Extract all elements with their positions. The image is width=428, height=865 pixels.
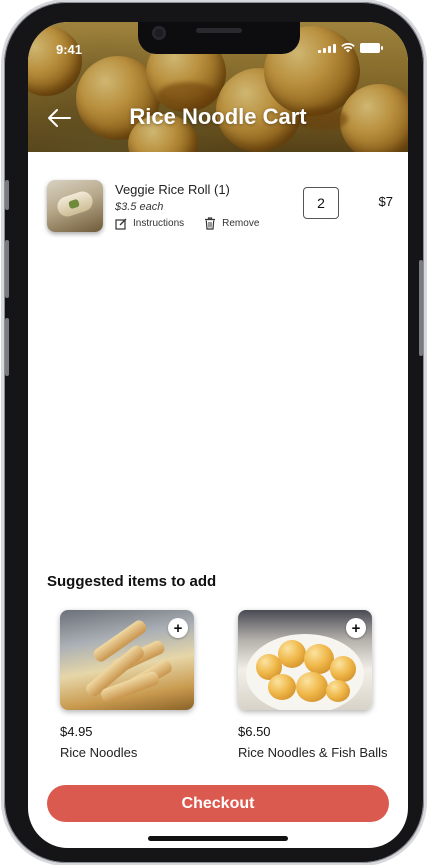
- instructions-label: Instructions: [133, 218, 185, 229]
- wifi-icon: [341, 43, 355, 53]
- suggested-item-name: Rice Noodles & Fish Balls: [238, 745, 388, 760]
- cart-item: Veggie Rice Roll (1) $3.5 each Instructi…: [47, 180, 393, 240]
- trash-icon: [205, 217, 216, 230]
- mute-switch: [5, 180, 9, 210]
- item-name: Veggie Rice Roll (1): [115, 182, 230, 197]
- suggested-item-name: Rice Noodles: [60, 745, 138, 760]
- status-icons: [318, 43, 383, 53]
- instructions-button[interactable]: Instructions: [115, 217, 184, 230]
- suggested-heading: Suggested items to add: [47, 573, 217, 590]
- notch: [138, 22, 300, 54]
- edit-icon: [115, 218, 127, 230]
- app-screen: 9:41 Rice Noodle Cart Veggie Rice Roll (…: [28, 22, 408, 848]
- checkout-button[interactable]: Checkout: [47, 785, 389, 822]
- suggested-item-card[interactable]: + $4.95 Rice Noodles: [60, 610, 200, 760]
- item-unit-price: $3.5 each: [115, 201, 164, 213]
- status-time: 9:41: [56, 42, 83, 57]
- item-thumbnail: [47, 180, 103, 232]
- remove-button[interactable]: Remove: [204, 217, 259, 230]
- page-title: Rice Noodle Cart: [129, 104, 307, 129]
- item-total: $7: [378, 194, 393, 209]
- suggested-item-card[interactable]: + $6.50 Rice Noodles & Fish Balls: [238, 610, 388, 760]
- signal-icon: [318, 43, 336, 53]
- item-actions: Instructions Remove: [115, 217, 259, 230]
- add-icon[interactable]: +: [168, 618, 188, 638]
- phone-frame: 9:41 Rice Noodle Cart Veggie Rice Roll (…: [4, 2, 424, 863]
- power-button: [419, 260, 423, 356]
- home-indicator: [148, 836, 288, 841]
- add-icon[interactable]: +: [346, 618, 366, 638]
- suggested-item-price: $4.95: [60, 724, 93, 739]
- battery-icon: [360, 43, 383, 53]
- quantity-input[interactable]: 2: [303, 187, 339, 219]
- volume-up-button: [5, 240, 9, 298]
- remove-label: Remove: [222, 218, 260, 229]
- camera-icon: [152, 26, 166, 40]
- suggested-item-image: +: [60, 610, 194, 710]
- suggested-item-price: $6.50: [238, 724, 271, 739]
- suggested-item-image: +: [238, 610, 372, 710]
- volume-down-button: [5, 318, 9, 376]
- speaker-grille: [196, 28, 242, 33]
